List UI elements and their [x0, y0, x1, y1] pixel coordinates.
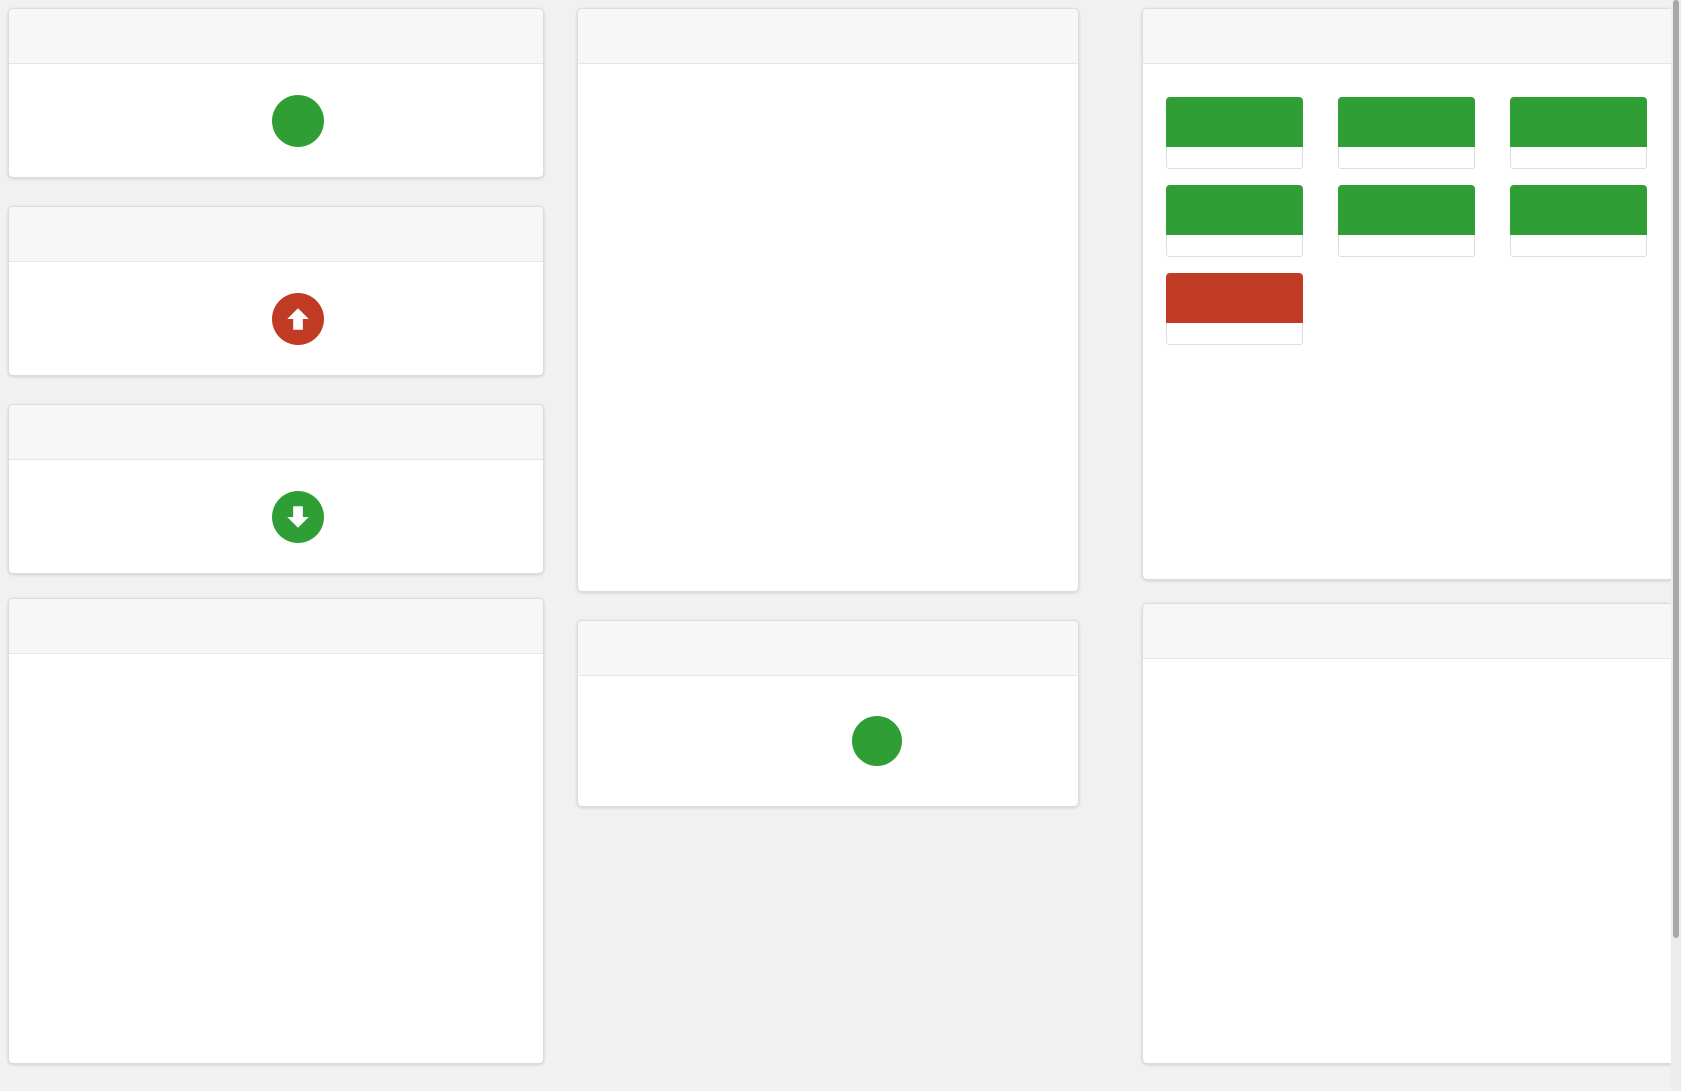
- scrollbar-thumb[interactable]: [1673, 0, 1679, 938]
- light-tile: [1166, 97, 1303, 169]
- card-header: [9, 405, 543, 460]
- card-header: [9, 599, 543, 654]
- light-tile-body: [1510, 235, 1647, 257]
- arrow-up-icon: [272, 293, 324, 345]
- arrow-down-icon: [272, 491, 324, 543]
- kpi-body: [44, 262, 578, 375]
- chart-body: [9, 654, 543, 1073]
- card-yesterday-usage: [8, 8, 544, 178]
- light-tile-body: [1338, 147, 1475, 169]
- card-prev-day-gap: [8, 206, 544, 376]
- light-tile-body: [1510, 147, 1647, 169]
- light-tile-body: [1166, 323, 1303, 345]
- card-header: [578, 621, 1078, 676]
- light-tile-header: [1166, 97, 1303, 147]
- light-tile-body: [1166, 147, 1303, 169]
- card-header: [578, 9, 1078, 64]
- card-realtime-donut: [577, 8, 1079, 592]
- card-estimate-today: [577, 620, 1079, 807]
- light-tile-header: [1338, 185, 1475, 235]
- light-tile: [1510, 185, 1647, 257]
- card-15day-compare-chart: [8, 598, 544, 1064]
- status-circle-icon: [852, 716, 902, 766]
- light-tile-header: [1510, 185, 1647, 235]
- kpi-body: [640, 676, 1140, 806]
- light-tile: [1510, 97, 1647, 169]
- card-header: [9, 9, 543, 64]
- kpi-body: [44, 460, 578, 573]
- chart-body: [578, 64, 1078, 591]
- card-header: [1143, 604, 1673, 659]
- light-tile-header: [1338, 97, 1475, 147]
- light-tile-body: [1338, 235, 1475, 257]
- light-tile: [1338, 97, 1475, 169]
- light-tile: [1166, 273, 1303, 345]
- chart-body: [1143, 659, 1673, 1073]
- light-tile-header: [1166, 273, 1303, 323]
- kpi-body: [44, 64, 578, 177]
- scrollbar-track[interactable]: [1671, 0, 1681, 1091]
- light-tile-header: [1510, 97, 1647, 147]
- light-tile: [1338, 185, 1475, 257]
- card-header: [9, 207, 543, 262]
- light-tile: [1166, 185, 1303, 257]
- light-tile-header: [1166, 185, 1303, 235]
- dashboard: [0, 0, 1681, 1091]
- card-header: [1143, 9, 1673, 64]
- card-yesterday-lights: [1142, 8, 1674, 580]
- card-month-usage: [8, 404, 544, 574]
- light-tile-body: [1166, 235, 1303, 257]
- card-e1-trend-chart: [1142, 603, 1674, 1064]
- lights-grid: [1143, 64, 1673, 345]
- status-circle-icon: [272, 95, 324, 147]
